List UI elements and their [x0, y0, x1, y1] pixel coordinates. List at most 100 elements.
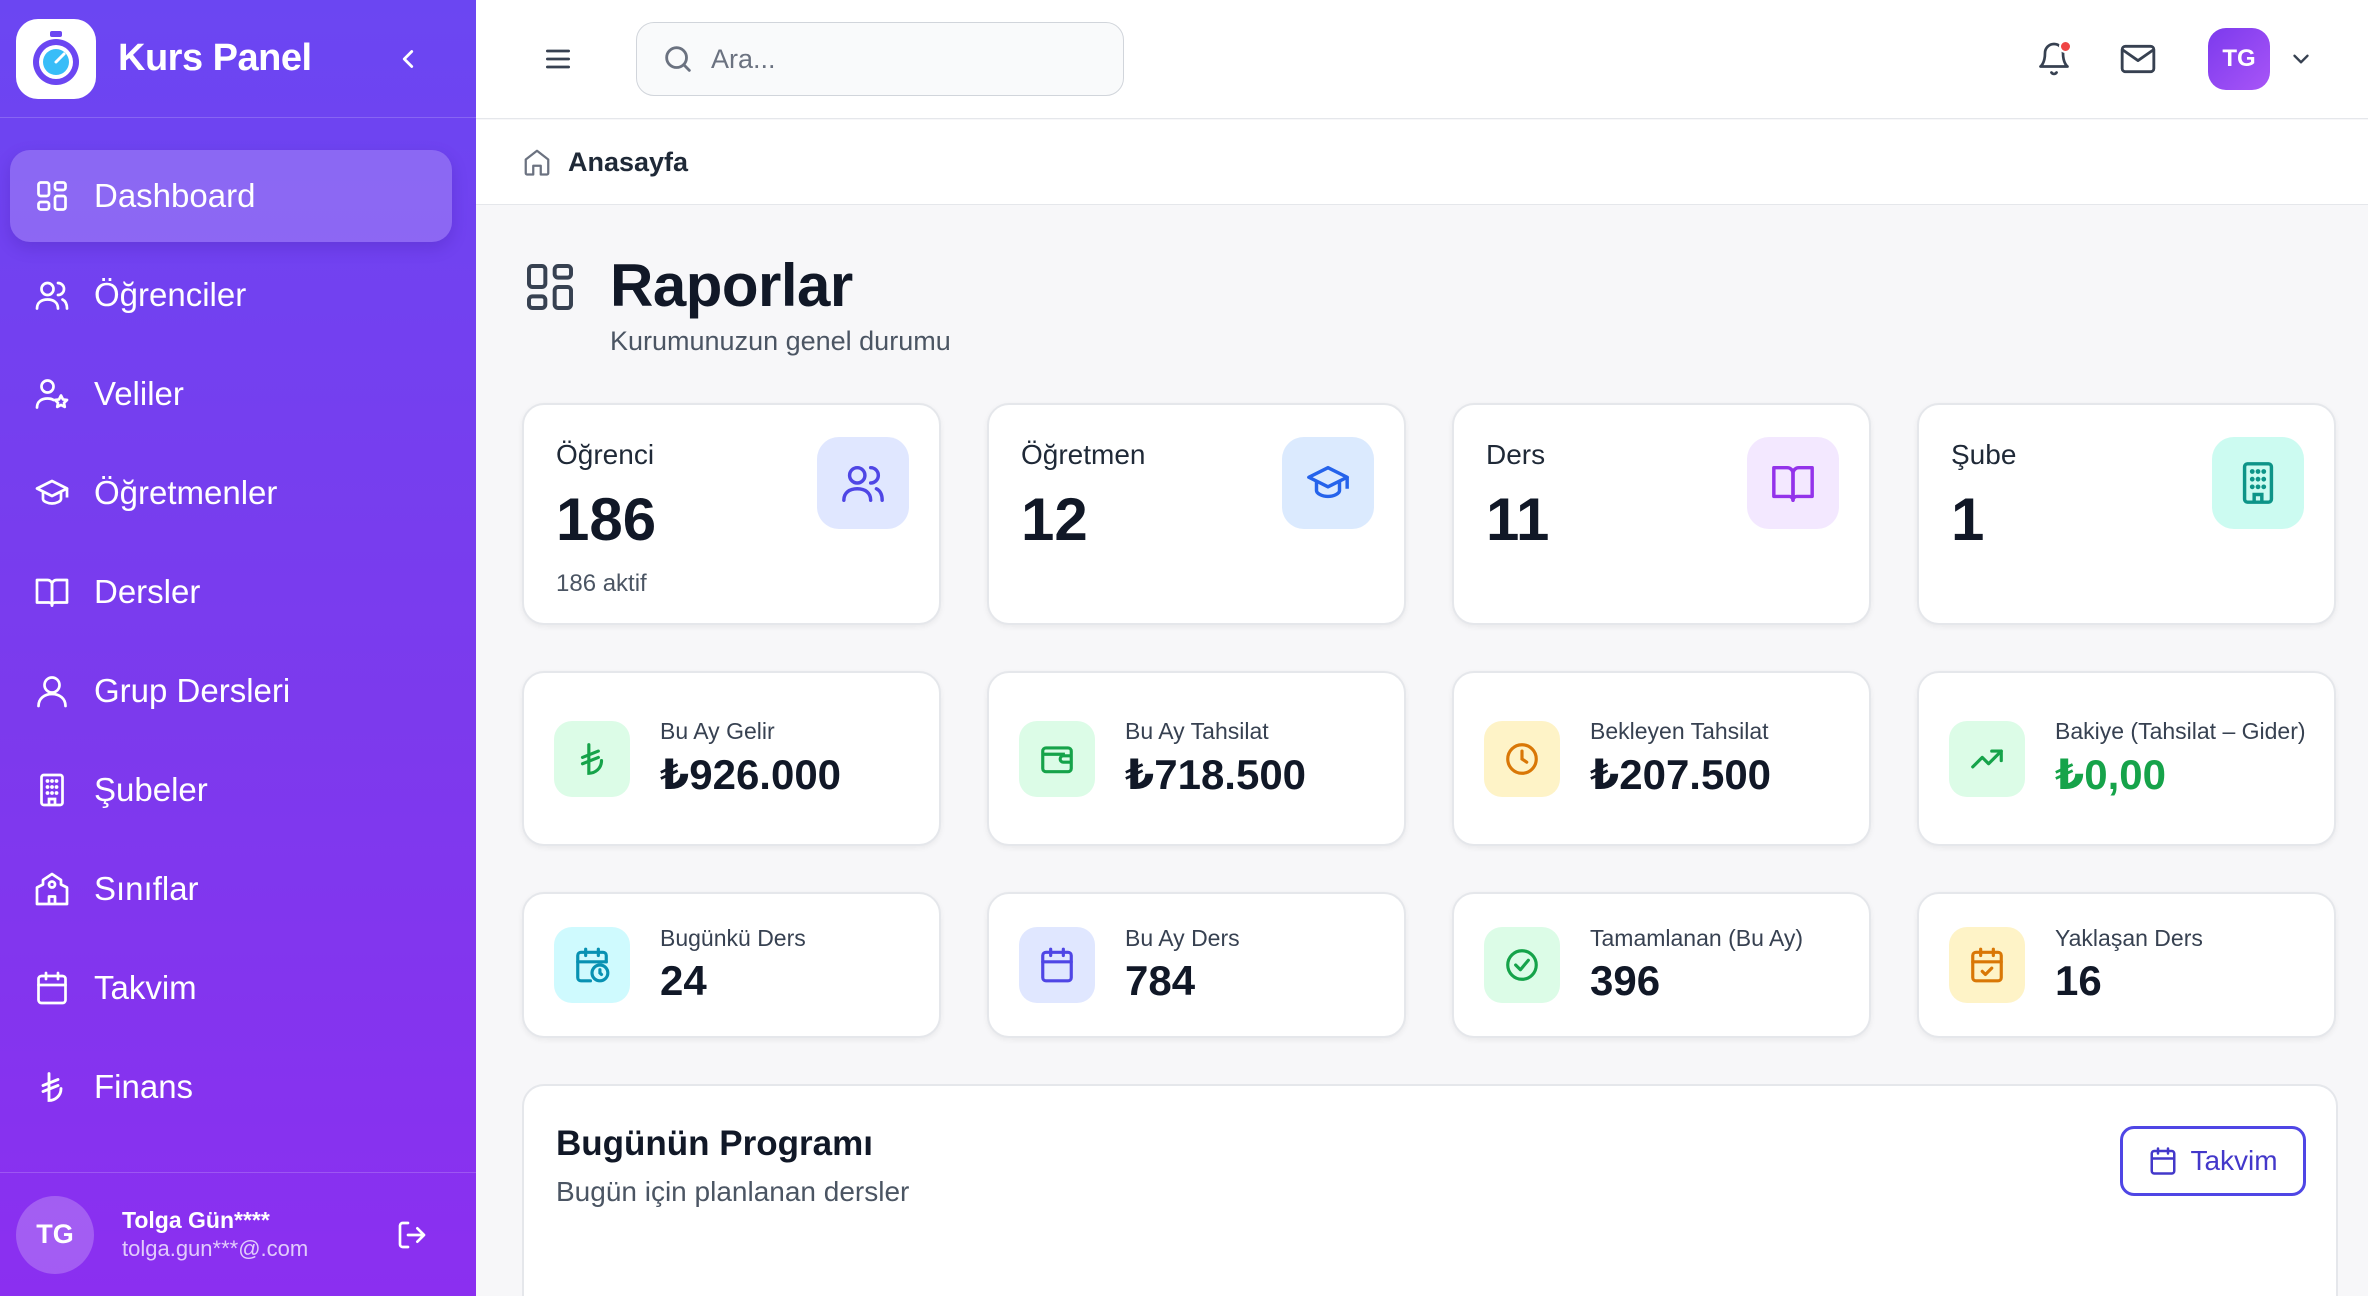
sidebar-item-subeler[interactable]: Şubeler [10, 744, 452, 836]
sidebar-item-label: Öğretmenler [94, 474, 278, 511]
finance-label: Bakiye (Tahsilat – Gider) [2055, 718, 2306, 745]
breadcrumb-home[interactable]: Anasayfa [568, 147, 688, 178]
collapse-sidebar-button[interactable] [388, 39, 428, 79]
sidebar-item-label: Finans [94, 1068, 194, 1105]
finance-value: ₺926.000 [660, 750, 842, 798]
sidebar-item-takvim[interactable]: Takvim [10, 942, 452, 1034]
sidebar-item-label: Şubeler [94, 771, 208, 808]
stat-card-sube[interactable]: Şube 1 [1917, 403, 2336, 625]
stat-card-ders[interactable]: Ders 11 [1452, 403, 1871, 625]
calendar-button-label: Takvim [2190, 1145, 2278, 1176]
sidebar-item-siniflar[interactable]: Sınıflar [10, 843, 452, 935]
brand: Kurs Panel [0, 0, 476, 118]
home-icon [524, 149, 550, 176]
page-header: Raporlar Kurumunuzun genel durumu [522, 252, 2338, 357]
finance-cards: Bu Ay Gelir ₺926.000 Bu Ay Tahsilat ₺718… [522, 671, 2338, 846]
lesson-card-bugunku[interactable]: Bugünkü Ders 24 [522, 892, 941, 1038]
sidebar-item-label: Grup Dersleri [94, 672, 291, 709]
logout-button[interactable] [392, 1215, 432, 1255]
sidebar: Kurs Panel Dashboard Öğrenciler Veliler [0, 0, 476, 1296]
lesson-label: Bu Ay Ders [1125, 925, 1240, 952]
breadcrumb: Anasayfa [476, 120, 2368, 205]
sidebar-item-label: Dashboard [94, 177, 256, 214]
hamburger-icon [546, 49, 570, 69]
messages-button[interactable] [2116, 37, 2160, 81]
lesson-value: 396 [1590, 956, 1661, 1004]
dashboard-icon [32, 176, 72, 216]
search-icon [665, 46, 691, 72]
finance-label: Bu Ay Gelir [660, 718, 775, 745]
lesson-value: 784 [1125, 956, 1196, 1004]
school-icon [32, 869, 72, 909]
user-star-icon [32, 374, 72, 414]
calendar-icon [1019, 927, 1095, 1003]
finance-value: ₺0,00 [2055, 750, 2166, 798]
sidebar-nav: Dashboard Öğrenciler Veliler Öğretmenler… [0, 118, 476, 1133]
sidebar-item-label: Öğrenciler [94, 276, 247, 313]
sidebar-item-label: Takvim [94, 969, 197, 1006]
mail-icon [2120, 44, 2156, 74]
finance-value: ₺207.500 [1590, 750, 1772, 798]
main-content: Raporlar Kurumunuzun genel durumu Öğrenc… [476, 205, 2368, 1296]
users-icon [817, 437, 909, 529]
book-icon [32, 572, 72, 612]
user-email: tolga.gun***@.com [122, 1236, 309, 1261]
user-info: Tolga Gün**** tolga.gun***@.com [122, 1207, 308, 1262]
today-program-panel: Bugünün Programı Bugün için planlanan de… [522, 1084, 2338, 1296]
sidebar-item-ogretmenler[interactable]: Öğretmenler [10, 447, 452, 539]
finance-card-gelir[interactable]: Bu Ay Gelir ₺926.000 [522, 671, 941, 846]
program-title: Bugünün Programı [556, 1124, 873, 1163]
menu-toggle-button[interactable] [538, 39, 578, 79]
graduation-cap-icon [32, 473, 72, 513]
stat-card-ogretmen[interactable]: Öğretmen 12 [987, 403, 1406, 625]
sidebar-item-ogrenciler[interactable]: Öğrenciler [10, 249, 452, 341]
building-icon [2212, 437, 2304, 529]
finance-card-tahsilat[interactable]: Bu Ay Tahsilat ₺718.500 [987, 671, 1406, 846]
reports-icon [527, 264, 573, 310]
finance-label: Bu Ay Tahsilat [1125, 718, 1269, 745]
lesson-value: 16 [2055, 956, 2102, 1004]
avatar[interactable]: TG [16, 1195, 94, 1274]
notifications-button[interactable] [2032, 37, 2076, 81]
header-actions: TG [2032, 28, 2316, 90]
user-menu-chevron[interactable] [2286, 44, 2316, 74]
search-input[interactable] [711, 43, 1091, 75]
sidebar-item-label: Veliler [94, 375, 184, 412]
calendar-button[interactable]: Takvim [2120, 1126, 2306, 1196]
users-icon [32, 275, 72, 315]
calendar-clock-icon [554, 927, 630, 1003]
chevron-down-icon [2293, 54, 2309, 64]
building-icon [32, 770, 72, 810]
lira-icon [554, 720, 630, 797]
lesson-card-bu-ay[interactable]: Bu Ay Ders 784 [987, 892, 1406, 1038]
finance-label: Bekleyen Tahsilat [1590, 718, 1769, 745]
sidebar-item-dashboard[interactable]: Dashboard [10, 150, 452, 242]
book-icon [1747, 437, 1839, 529]
sidebar-item-grup-dersleri[interactable]: Grup Dersleri [10, 645, 452, 737]
page-subtitle: Kurumunuzun genel durumu [610, 326, 951, 356]
brand-title: Kurs Panel [118, 37, 312, 79]
brand-logo[interactable] [16, 18, 96, 99]
sidebar-item-dersler[interactable]: Dersler [10, 546, 452, 638]
sidebar-user: TG Tolga Gün**** tolga.gun***@.com [0, 1172, 476, 1296]
search-box [636, 22, 1124, 96]
header-avatar[interactable]: TG [2208, 28, 2270, 90]
lesson-label: Yaklaşan Ders [2055, 925, 2203, 952]
chevron-left-icon [402, 49, 414, 68]
lesson-card-yaklasan[interactable]: Yaklaşan Ders 16 [1917, 892, 2336, 1038]
finance-card-bakiye[interactable]: Bakiye (Tahsilat – Gider) ₺0,00 [1917, 671, 2336, 846]
sidebar-item-label: Sınıflar [94, 870, 199, 907]
sidebar-item-veliler[interactable]: Veliler [10, 348, 452, 440]
top-header: TG [476, 0, 2368, 119]
graduation-cap-icon [1282, 437, 1374, 529]
lesson-card-tamamlanan[interactable]: Tamamlanan (Bu Ay) 396 [1452, 892, 1871, 1038]
page-title: Raporlar [610, 252, 853, 319]
notification-dot [2059, 40, 2072, 53]
logout-icon [398, 1221, 426, 1248]
finance-card-bekleyen[interactable]: Bekleyen Tahsilat ₺207.500 [1452, 671, 1871, 846]
sidebar-item-finans[interactable]: Finans [10, 1041, 452, 1133]
calendar-icon [32, 968, 72, 1008]
stat-card-ogrenci[interactable]: Öğrenci 186 186 aktif [522, 403, 941, 625]
lesson-label: Bugünkü Ders [660, 925, 806, 952]
user-icon [32, 671, 72, 711]
